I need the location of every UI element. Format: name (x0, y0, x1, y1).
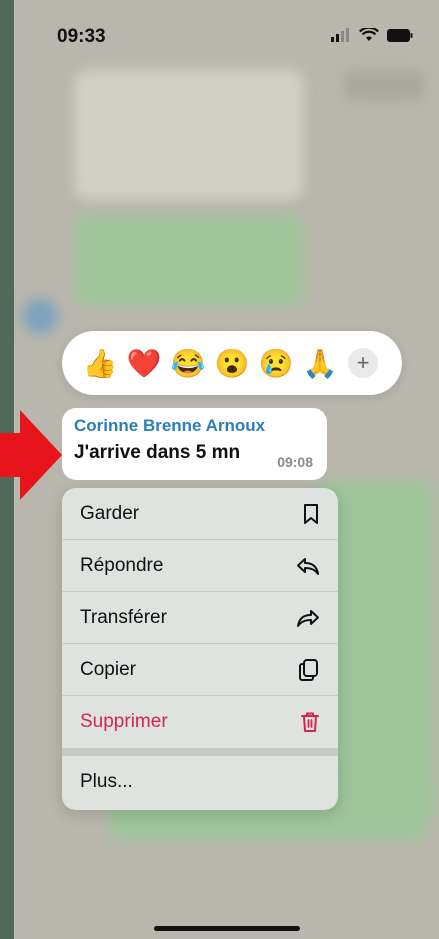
copy-icon (299, 658, 318, 681)
blurred-header-icons (344, 70, 424, 100)
blurred-background-message (74, 215, 304, 305)
folded-hands-emoji[interactable]: 🙏 (298, 341, 342, 385)
status-time: 09:33 (57, 26, 106, 47)
trash-icon (301, 712, 319, 732)
selected-message-bubble[interactable]: Corinne Brenne Arnoux J'arrive dans 5 mn… (62, 408, 327, 480)
blurred-avatar (22, 298, 58, 334)
phone-screen: 09:33 👍 ❤️ 😂 😮 😢 🙏 + Corinne Brenne Arno… (14, 0, 439, 939)
message-context-menu: Garder Répondre Transférer Copier Suppri… (62, 488, 338, 810)
reply-icon (297, 557, 319, 575)
message-time: 09:08 (277, 454, 313, 470)
menu-item-repondre[interactable]: Répondre (62, 540, 338, 592)
thumbs-up-emoji[interactable]: 👍 (78, 341, 122, 385)
tears-of-joy-emoji[interactable]: 😂 (166, 341, 210, 385)
menu-item-transferer[interactable]: Transférer (62, 592, 338, 644)
open-mouth-emoji[interactable]: 😮 (210, 341, 254, 385)
message-sender: Corinne Brenne Arnoux (74, 416, 266, 435)
menu-item-label: Garder (80, 502, 140, 524)
reaction-picker: 👍 ❤️ 😂 😮 😢 🙏 + (62, 331, 402, 395)
menu-item-label: Supprimer (80, 711, 168, 732)
status-bar: 09:33 (14, 0, 439, 70)
menu-item-label: Transférer (80, 606, 167, 628)
menu-item-label: Copier (80, 658, 136, 680)
more-reactions-button[interactable]: + (348, 348, 378, 378)
wifi-icon (359, 28, 379, 41)
cellular-signal-icon (331, 28, 349, 42)
crying-face-emoji[interactable]: 😢 (254, 341, 298, 385)
menu-item-plus[interactable]: Plus... (62, 756, 338, 808)
status-icons (331, 28, 413, 42)
menu-divider (62, 748, 338, 756)
bookmark-icon (304, 503, 318, 524)
menu-item-label: Répondre (80, 554, 164, 576)
annotation-arrow-icon (0, 410, 62, 500)
menu-item-garder[interactable]: Garder (62, 488, 338, 540)
home-indicator[interactable] (154, 926, 300, 931)
blurred-background-message (74, 70, 304, 200)
menu-item-label: Plus... (80, 771, 133, 792)
menu-item-supprimer[interactable]: Supprimer (62, 696, 338, 748)
battery-icon (387, 28, 413, 42)
forward-icon (297, 609, 319, 627)
menu-item-copier[interactable]: Copier (62, 644, 338, 696)
red-heart-emoji[interactable]: ❤️ (122, 341, 166, 385)
